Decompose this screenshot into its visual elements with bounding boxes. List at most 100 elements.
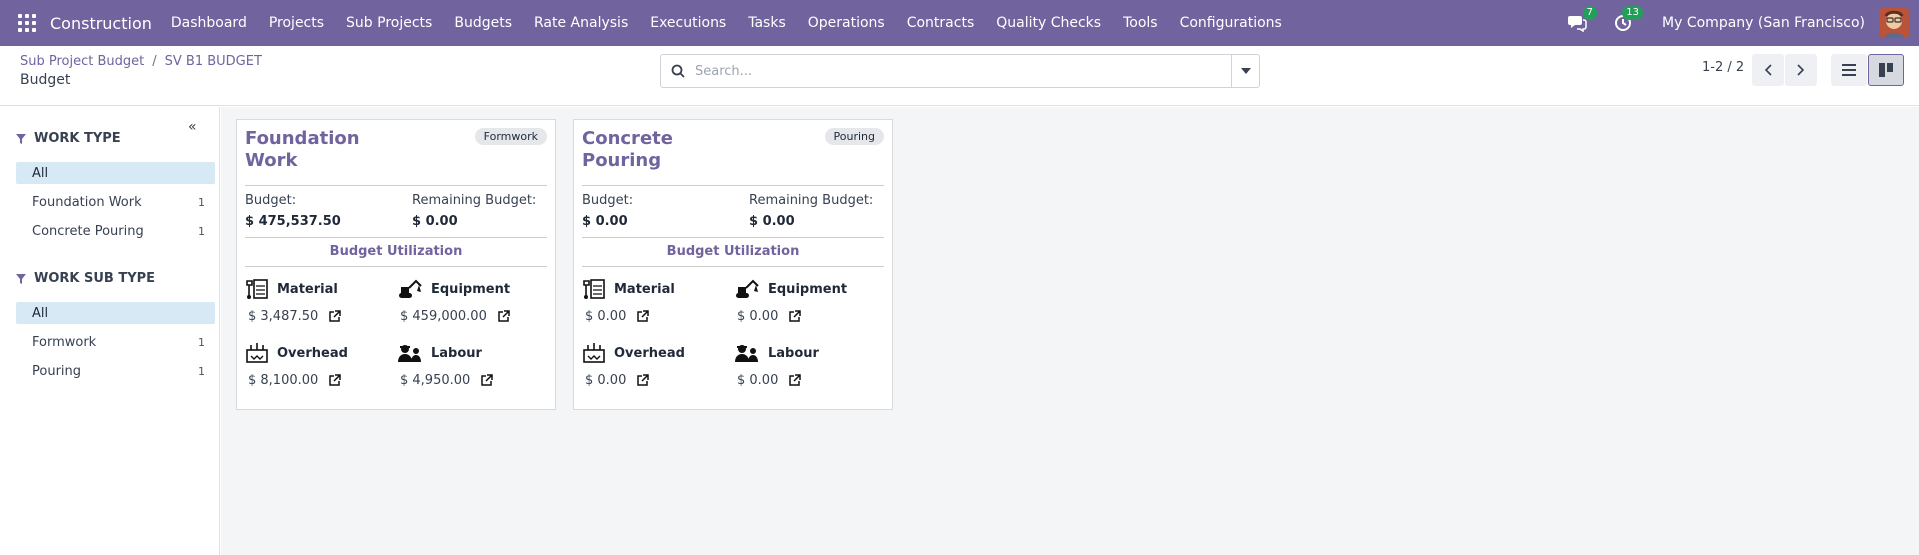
equipment-value: $ 459,000.00 xyxy=(400,309,487,324)
budget-utilization-heading: Budget Utilization xyxy=(666,244,800,259)
company-switcher[interactable]: My Company (San Francisco) xyxy=(1662,15,1865,31)
external-link-icon[interactable] xyxy=(788,310,802,323)
card-title: Foundation Work xyxy=(245,128,360,171)
overhead-value: $ 0.00 xyxy=(585,373,627,388)
chevron-right-icon xyxy=(1797,64,1805,76)
activities-badge: 13 xyxy=(1622,6,1644,20)
external-link-icon[interactable] xyxy=(788,374,802,387)
menu-tools[interactable]: Tools xyxy=(1112,0,1169,46)
external-link-icon[interactable] xyxy=(328,310,342,323)
filter-count: 1 xyxy=(198,364,205,378)
menu-executions[interactable]: Executions xyxy=(639,0,737,46)
labour-value: $ 0.00 xyxy=(737,373,779,388)
list-icon xyxy=(1842,64,1856,76)
filter-work-sub-type-all[interactable]: All xyxy=(16,302,215,324)
search-icon xyxy=(661,64,695,78)
kanban-view-button[interactable] xyxy=(1868,54,1904,86)
activities-icon[interactable]: 13 xyxy=(1612,6,1644,34)
menu-projects[interactable]: Projects xyxy=(258,0,335,46)
labour-section: Labour xyxy=(397,342,482,364)
user-avatar[interactable] xyxy=(1879,8,1909,38)
external-link-icon[interactable] xyxy=(480,374,494,387)
menu-rate-analysis[interactable]: Rate Analysis xyxy=(523,0,639,46)
filter-pouring[interactable]: Pouring 1 xyxy=(16,360,215,382)
labour-value: $ 4,950.00 xyxy=(400,373,471,388)
labour-label: Labour xyxy=(431,345,482,361)
filter-icon xyxy=(16,133,26,144)
remaining-budget-value: $ 0.00 xyxy=(749,214,795,229)
menu-quality-checks[interactable]: Quality Checks xyxy=(985,0,1112,46)
breadcrumb-sub-project-budget[interactable]: Sub Project Budget xyxy=(20,54,144,69)
pager-value[interactable]: 1-2 / 2 xyxy=(1702,60,1744,75)
divider xyxy=(245,237,547,238)
excavator-icon xyxy=(736,279,759,298)
material-value: $ 0.00 xyxy=(585,309,627,324)
filter-foundation-work[interactable]: Foundation Work 1 xyxy=(16,191,215,213)
filter-icon xyxy=(16,273,26,284)
menu-dashboard[interactable]: Dashboard xyxy=(160,0,258,46)
menu-operations[interactable]: Operations xyxy=(797,0,896,46)
remaining-budget-label: Remaining Budget: xyxy=(749,193,874,208)
pager-next-button[interactable] xyxy=(1785,54,1817,86)
external-link-icon[interactable] xyxy=(636,374,650,387)
search-input[interactable] xyxy=(695,56,1231,86)
equipment-amount: $ 459,000.00 xyxy=(400,309,510,324)
excavator-icon xyxy=(399,279,422,298)
filter-label: Foundation Work xyxy=(32,194,142,210)
kanban-card[interactable]: Concrete Pouring Pouring Budget: Remaini… xyxy=(573,119,893,410)
budget-value: $ 475,537.50 xyxy=(245,214,341,229)
filter-concrete-pouring[interactable]: Concrete Pouring 1 xyxy=(16,220,215,242)
breadcrumb: Sub Project Budget / SV B1 BUDGET xyxy=(20,54,262,69)
equipment-section: Equipment xyxy=(734,278,847,300)
external-link-icon[interactable] xyxy=(497,310,510,323)
overhead-label: Overhead xyxy=(614,345,685,361)
work-sub-type-heading-label: WORK SUB TYPE xyxy=(34,271,156,286)
main-menu: Dashboard Projects Sub Projects Budgets … xyxy=(160,0,1293,46)
pager-previous-button[interactable] xyxy=(1752,54,1784,86)
filter-formwork[interactable]: Formwork 1 xyxy=(16,331,215,353)
labour-icon xyxy=(735,345,758,362)
overhead-amount: $ 0.00 xyxy=(585,373,650,388)
material-amount: $ 0.00 xyxy=(585,309,650,324)
labour-amount: $ 4,950.00 xyxy=(400,373,494,388)
divider xyxy=(582,185,884,186)
equipment-section: Equipment xyxy=(397,278,510,300)
filter-count: 1 xyxy=(198,195,205,209)
menu-configurations[interactable]: Configurations xyxy=(1169,0,1293,46)
filter-count: 1 xyxy=(198,335,205,349)
menu-tasks[interactable]: Tasks xyxy=(737,0,797,46)
messages-icon[interactable]: 7 xyxy=(1566,6,1598,34)
menu-budgets[interactable]: Budgets xyxy=(443,0,523,46)
search-options-toggle[interactable] xyxy=(1231,55,1259,87)
chevron-left-icon xyxy=(1764,64,1772,76)
search-bar xyxy=(660,54,1260,88)
material-icon xyxy=(246,279,268,299)
menu-sub-projects[interactable]: Sub Projects xyxy=(335,0,443,46)
filter-label: Formwork xyxy=(32,334,97,350)
app-brand[interactable]: Construction xyxy=(50,14,152,33)
material-label: Material xyxy=(277,281,338,297)
work-sub-type-heading: WORK SUB TYPE xyxy=(16,271,155,286)
work-type-heading: WORK TYPE xyxy=(16,131,121,146)
labour-amount: $ 0.00 xyxy=(737,373,802,388)
kanban-card[interactable]: Foundation Work Formwork Budget: Remaini… xyxy=(236,119,556,410)
external-link-icon[interactable] xyxy=(328,374,342,387)
filter-label: Pouring xyxy=(32,363,82,379)
page-title: Budget xyxy=(20,72,71,88)
app-menu-icon[interactable] xyxy=(18,14,36,32)
menu-contracts[interactable]: Contracts xyxy=(896,0,986,46)
control-panel: Sub Project Budget / SV B1 BUDGET Budget… xyxy=(0,46,1919,106)
overhead-amount: $ 8,100.00 xyxy=(248,373,342,388)
filter-work-type-all[interactable]: All xyxy=(16,162,215,184)
overhead-value: $ 8,100.00 xyxy=(248,373,319,388)
caret-down-icon xyxy=(1240,68,1251,74)
collapse-panel-icon[interactable]: « xyxy=(188,119,197,135)
card-title: Concrete Pouring xyxy=(582,128,673,171)
search-panel: « WORK TYPE All Foundation Work 1 Concre… xyxy=(0,107,220,555)
budget-value: $ 0.00 xyxy=(582,214,628,229)
list-view-button[interactable] xyxy=(1831,54,1867,86)
external-link-icon[interactable] xyxy=(636,310,650,323)
kanban-view: Foundation Work Formwork Budget: Remaini… xyxy=(221,107,1919,555)
breadcrumb-sv-b1-budget[interactable]: SV B1 BUDGET xyxy=(165,54,262,69)
divider xyxy=(245,266,547,267)
